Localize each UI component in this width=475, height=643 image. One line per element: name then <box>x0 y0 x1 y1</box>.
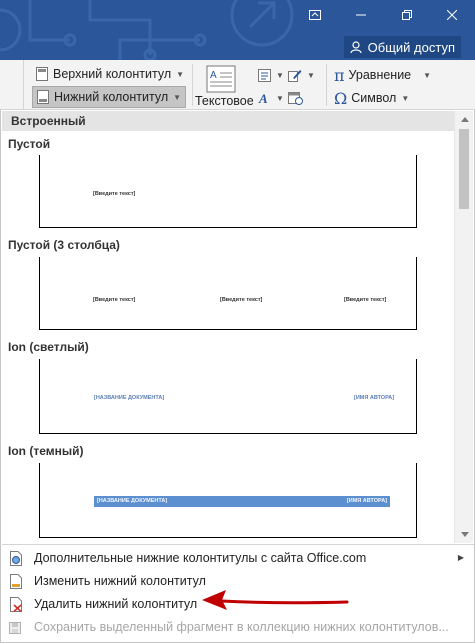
equation-label: Уравнение <box>348 68 412 82</box>
placeholder-text: [Введите текст] <box>93 191 136 197</box>
wordart-icon: A <box>258 91 268 105</box>
submenu-arrow-icon: ▶ <box>457 553 464 562</box>
ribbon: Верхний колонтитул ▼ Нижний колонтитул ▼… <box>0 60 475 110</box>
symbol-button[interactable]: Ω Символ ▼ <box>334 87 409 109</box>
triangle-down-icon <box>460 532 469 537</box>
gallery-item-title: Ion (темный) <box>8 444 84 458</box>
red-arrow-annotation <box>202 590 349 610</box>
footer-preview-ion-dark[interactable]: [НАЗВАНИЕ ДОКУМЕНТА] [ИМЯ АВТОРА] <box>39 463 417 538</box>
svg-text:A: A <box>210 70 217 81</box>
placeholder-text: [Введите текст] <box>220 297 263 303</box>
pi-icon: π <box>334 65 345 85</box>
footer-preview-ion-light[interactable]: [НАЗВАНИЕ ДОКУМЕНТА] [ИМЯ АВТОРА] <box>39 359 417 434</box>
placeholder-text: [Введите текст] <box>344 297 387 303</box>
scroll-down-button[interactable] <box>455 526 474 543</box>
more-footers-office-com[interactable]: Дополнительные нижние колонтитулы с сайт… <box>2 547 474 570</box>
scroll-thumb[interactable] <box>459 129 469 209</box>
menu-item-label: Сохранить выделенный фрагмент в коллекци… <box>34 620 449 634</box>
chevron-down-icon: ▼ <box>307 70 315 80</box>
header-label: Верхний колонтитул <box>53 67 172 81</box>
placeholder-text: [НАЗВАНИЕ ДОКУМЕНТА] <box>97 498 168 504</box>
footer-preview-blank[interactable]: [Введите текст] <box>39 155 417 228</box>
chevron-down-icon: ▼ <box>401 93 410 103</box>
chevron-down-icon: ▼ <box>176 69 185 79</box>
menu-item-label: Дополнительные нижние колонтитулы с сайт… <box>34 551 367 565</box>
header-icon <box>36 67 48 81</box>
share-button[interactable]: Общий доступ <box>343 36 461 58</box>
minimize-icon <box>356 14 366 16</box>
ribbon-group-edge <box>0 60 24 110</box>
text-box-button[interactable]: A <box>206 64 236 94</box>
footer-gallery-dropdown: Встроенный Пустой [Введите текст] Пустой… <box>0 110 475 643</box>
ribbon-separator <box>192 64 193 106</box>
chevron-down-icon: ▼ <box>276 70 284 80</box>
ribbon-display-options-button[interactable] <box>292 0 338 30</box>
footer-preview-blank-3col[interactable]: [Введите текст] [Введите текст] [Введите… <box>39 257 417 330</box>
close-icon <box>447 10 457 20</box>
menu-item-label: Удалить нижний колонтитул <box>34 597 198 611</box>
text-label: Текстовое <box>195 94 254 108</box>
chevron-down-icon: ▼ <box>173 92 182 102</box>
save-to-gallery-icon <box>9 622 21 634</box>
signature-line-button[interactable]: ▼ <box>288 64 315 86</box>
ribbon-display-icon <box>309 10 321 20</box>
gallery-scrollbar[interactable] <box>454 111 473 543</box>
placeholder-text: [ИМЯ АВТОРА] <box>346 498 387 504</box>
document-footer-icon <box>10 574 22 589</box>
calendar-icon <box>288 92 303 105</box>
triangle-up-icon <box>460 117 469 122</box>
symbol-label: Символ <box>351 91 397 105</box>
title-bar: Общий доступ <box>0 0 475 60</box>
close-button[interactable] <box>429 0 475 30</box>
scroll-up-button[interactable] <box>455 111 474 128</box>
date-time-button[interactable] <box>288 87 303 109</box>
chevron-down-icon: ▼ <box>423 70 432 80</box>
placeholder-text: [НАЗВАНИЕ ДОКУМЕНТА] <box>94 395 165 401</box>
text-box-icon: A <box>206 65 236 93</box>
gallery-item-title: Пустой <box>8 137 51 151</box>
gallery-item-title: Пустой (3 столбца) <box>8 238 120 252</box>
wordart-button[interactable]: A ▼ <box>258 87 284 109</box>
person-icon <box>350 40 362 53</box>
placeholder-text: [Введите текст] <box>93 297 136 303</box>
footer-dropdown-button[interactable]: Нижний колонтитул ▼ <box>32 86 187 108</box>
restore-icon <box>402 10 412 20</box>
gallery-list: Пустой [Введите текст] Пустой (3 столбца… <box>2 131 454 543</box>
footer-label: Нижний колонтитул <box>54 90 169 104</box>
menu-item-label: Изменить нижний колонтитул <box>34 574 206 588</box>
equation-button[interactable]: π Уравнение ▼ <box>334 64 431 86</box>
restore-button[interactable] <box>384 0 430 30</box>
document-globe-icon <box>10 551 22 566</box>
quick-parts-icon <box>258 68 271 82</box>
signature-icon <box>288 70 302 82</box>
footer-icon <box>37 90 49 104</box>
quick-parts-button[interactable]: ▼ <box>258 64 284 86</box>
header-dropdown-button[interactable]: Верхний колонтитул ▼ <box>36 63 184 85</box>
chevron-down-icon: ▼ <box>276 93 284 103</box>
gallery-section-header: Встроенный <box>2 111 454 131</box>
ribbon-separator <box>326 64 327 106</box>
footer-color-bar: [НАЗВАНИЕ ДОКУМЕНТА] [ИМЯ АВТОРА] <box>94 496 390 507</box>
omega-icon: Ω <box>334 88 348 108</box>
share-label: Общий доступ <box>367 39 455 55</box>
text-group-label[interactable]: Текстовое <box>195 94 254 110</box>
minimize-button[interactable] <box>338 0 384 30</box>
svg-text:A: A <box>258 91 268 105</box>
placeholder-text: [ИМЯ АВТОРА] <box>354 395 395 401</box>
gallery-item-title: Ion (светлый) <box>8 340 89 354</box>
document-delete-icon <box>10 597 22 612</box>
save-selection-to-gallery[interactable]: Сохранить выделенный фрагмент в коллекци… <box>2 616 474 639</box>
